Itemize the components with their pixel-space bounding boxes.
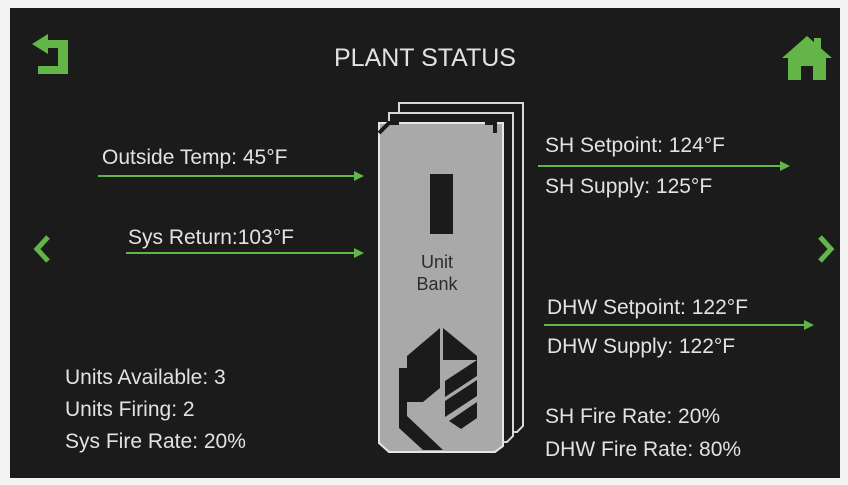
sys-return-arrow (126, 248, 364, 258)
sh-supply-label: SH Supply: 125°F (545, 175, 713, 198)
page-title: PLANT STATUS (334, 44, 516, 72)
units-firing-label: Units Firing: 2 (65, 398, 195, 421)
sh-setpoint-arrow (538, 161, 790, 171)
sh-fire-rate-label: SH Fire Rate: 20% (545, 405, 721, 428)
sh-setpoint-label: SH Setpoint: 124°F (545, 134, 725, 157)
next-page-button[interactable] (814, 234, 836, 264)
dhw-fire-rate-label: DHW Fire Rate: 80% (545, 438, 742, 461)
plant-status-screen: PLANT STATUS Outside Temp: 45°F Sys Retu… (10, 8, 840, 478)
sys-return-label: Sys Return:103°F (128, 226, 294, 249)
outside-temp-label: Outside Temp: 45°F (102, 146, 288, 169)
outside-temp-arrow (98, 171, 364, 181)
chevron-left-icon (33, 235, 50, 263)
units-available-label: Units Available: 3 (65, 366, 226, 389)
chevron-right-icon (818, 235, 835, 263)
dhw-setpoint-label: DHW Setpoint: 122°F (547, 296, 748, 319)
dhw-supply-label: DHW Supply: 122°F (547, 335, 736, 358)
unit-bank-label-line1: Unit (420, 252, 453, 272)
sys-fire-rate-label: Sys Fire Rate: 20% (65, 430, 246, 453)
home-button[interactable] (780, 32, 834, 82)
dhw-setpoint-arrow (544, 320, 814, 330)
home-icon (782, 36, 832, 80)
unit-bank-label-line2: Bank (416, 274, 458, 294)
previous-page-button[interactable] (32, 234, 54, 264)
